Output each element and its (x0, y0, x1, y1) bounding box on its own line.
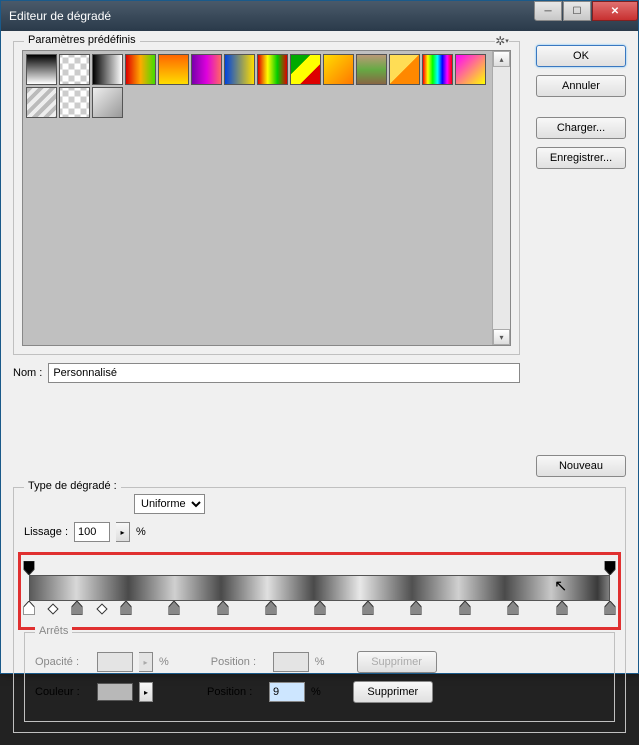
preset-swatch[interactable] (257, 54, 288, 85)
color-stop[interactable] (217, 601, 228, 615)
preset-swatch[interactable] (323, 54, 354, 85)
opacity-flyout-icon: ▸ (139, 652, 153, 672)
color-stop[interactable] (169, 601, 180, 615)
cancel-button[interactable]: Annuler (536, 75, 626, 97)
gradient-type-fieldset: Type de dégradé : Uniforme Lissage : ▸ % (13, 487, 626, 733)
opacity-input (97, 652, 133, 672)
titlebar[interactable]: Editeur de dégradé ─ ☐ ✕ (1, 1, 638, 31)
preset-swatch[interactable] (26, 54, 57, 85)
color-stop[interactable] (411, 601, 422, 615)
smoothing-flyout-icon[interactable]: ▸ (116, 522, 130, 542)
presets-legend: Paramètres prédéfinis (24, 34, 140, 46)
preset-swatch[interactable] (158, 54, 189, 85)
preset-swatch[interactable] (59, 87, 90, 118)
color-stop[interactable] (72, 601, 83, 615)
opacity-label: Opacité : (35, 656, 91, 668)
save-button[interactable]: Enregistrer... (536, 147, 626, 169)
gradient-highlight (18, 552, 621, 630)
name-input[interactable] (48, 363, 520, 383)
close-button[interactable]: ✕ (592, 1, 638, 21)
delete-opacity-button: Supprimer (357, 651, 437, 673)
preset-swatch[interactable] (455, 54, 486, 85)
color-swatch[interactable] (97, 683, 133, 701)
gradient-editor-window: Editeur de dégradé ─ ☐ ✕ Paramètres préd… (0, 0, 639, 674)
color-label: Couleur : (35, 686, 91, 698)
color-stop[interactable] (314, 601, 325, 615)
gradtype-label: Type de dégradé : (24, 480, 121, 492)
smoothing-unit: % (136, 526, 146, 538)
scrollbar[interactable]: ▴ ▾ (492, 51, 510, 345)
preset-swatch[interactable] (92, 87, 123, 118)
name-label: Nom : (13, 367, 42, 379)
midpoint-diamond[interactable] (48, 603, 59, 614)
stops-legend: Arrêts (35, 625, 72, 637)
scroll-up-icon[interactable]: ▴ (493, 51, 510, 67)
smoothing-label: Lissage : (24, 526, 68, 538)
window-title: Editeur de dégradé (9, 9, 533, 23)
color-stop[interactable] (362, 601, 373, 615)
position2-label: Position : (207, 686, 263, 698)
gradient-bar-area[interactable] (25, 561, 614, 621)
ok-button[interactable]: OK (536, 45, 626, 67)
smoothing-input[interactable] (74, 522, 110, 542)
presets-list: ▴ ▾ (22, 50, 511, 346)
maximize-button[interactable]: ☐ (563, 1, 591, 21)
preset-swatch[interactable] (92, 54, 123, 85)
preset-swatch[interactable] (26, 87, 57, 118)
stops-fieldset: Arrêts Opacité : ▸ % Position : % Suppri… (24, 632, 615, 722)
load-button[interactable]: Charger... (536, 117, 626, 139)
opacity-stop[interactable] (24, 561, 35, 575)
delete-color-button[interactable]: Supprimer (353, 681, 433, 703)
position2-input[interactable] (269, 682, 305, 702)
preset-swatch[interactable] (356, 54, 387, 85)
preset-swatch[interactable] (224, 54, 255, 85)
gradtype-select[interactable]: Uniforme (134, 494, 205, 514)
minimize-button[interactable]: ─ (534, 1, 562, 21)
position2-unit: % (311, 686, 321, 698)
opacity-unit: % (159, 656, 169, 668)
color-stop[interactable] (605, 601, 616, 615)
preset-swatch[interactable] (59, 54, 90, 85)
scroll-down-icon[interactable]: ▾ (493, 329, 510, 345)
preset-swatch[interactable] (389, 54, 420, 85)
presets-fieldset: Paramètres prédéfinis ✲▾ ▴ ▾ (13, 41, 520, 355)
preset-swatch[interactable] (422, 54, 453, 85)
color-stop[interactable] (24, 601, 35, 615)
opacity-stop[interactable] (605, 561, 616, 575)
color-stop[interactable] (120, 601, 131, 615)
position1-unit: % (315, 656, 325, 668)
color-stop[interactable] (266, 601, 277, 615)
color-flyout-icon[interactable]: ▸ (139, 682, 153, 702)
gear-icon[interactable]: ✲▾ (495, 34, 509, 48)
color-stop[interactable] (556, 601, 567, 615)
color-stop[interactable] (508, 601, 519, 615)
position1-input (273, 652, 309, 672)
position1-label: Position : (211, 656, 267, 668)
color-stop[interactable] (459, 601, 470, 615)
preset-swatch[interactable] (191, 54, 222, 85)
midpoint-diamond[interactable] (96, 603, 107, 614)
preset-swatch[interactable] (125, 54, 156, 85)
new-button[interactable]: Nouveau (536, 455, 626, 477)
preset-swatch[interactable] (290, 54, 321, 85)
gradient-bar[interactable] (29, 575, 610, 601)
